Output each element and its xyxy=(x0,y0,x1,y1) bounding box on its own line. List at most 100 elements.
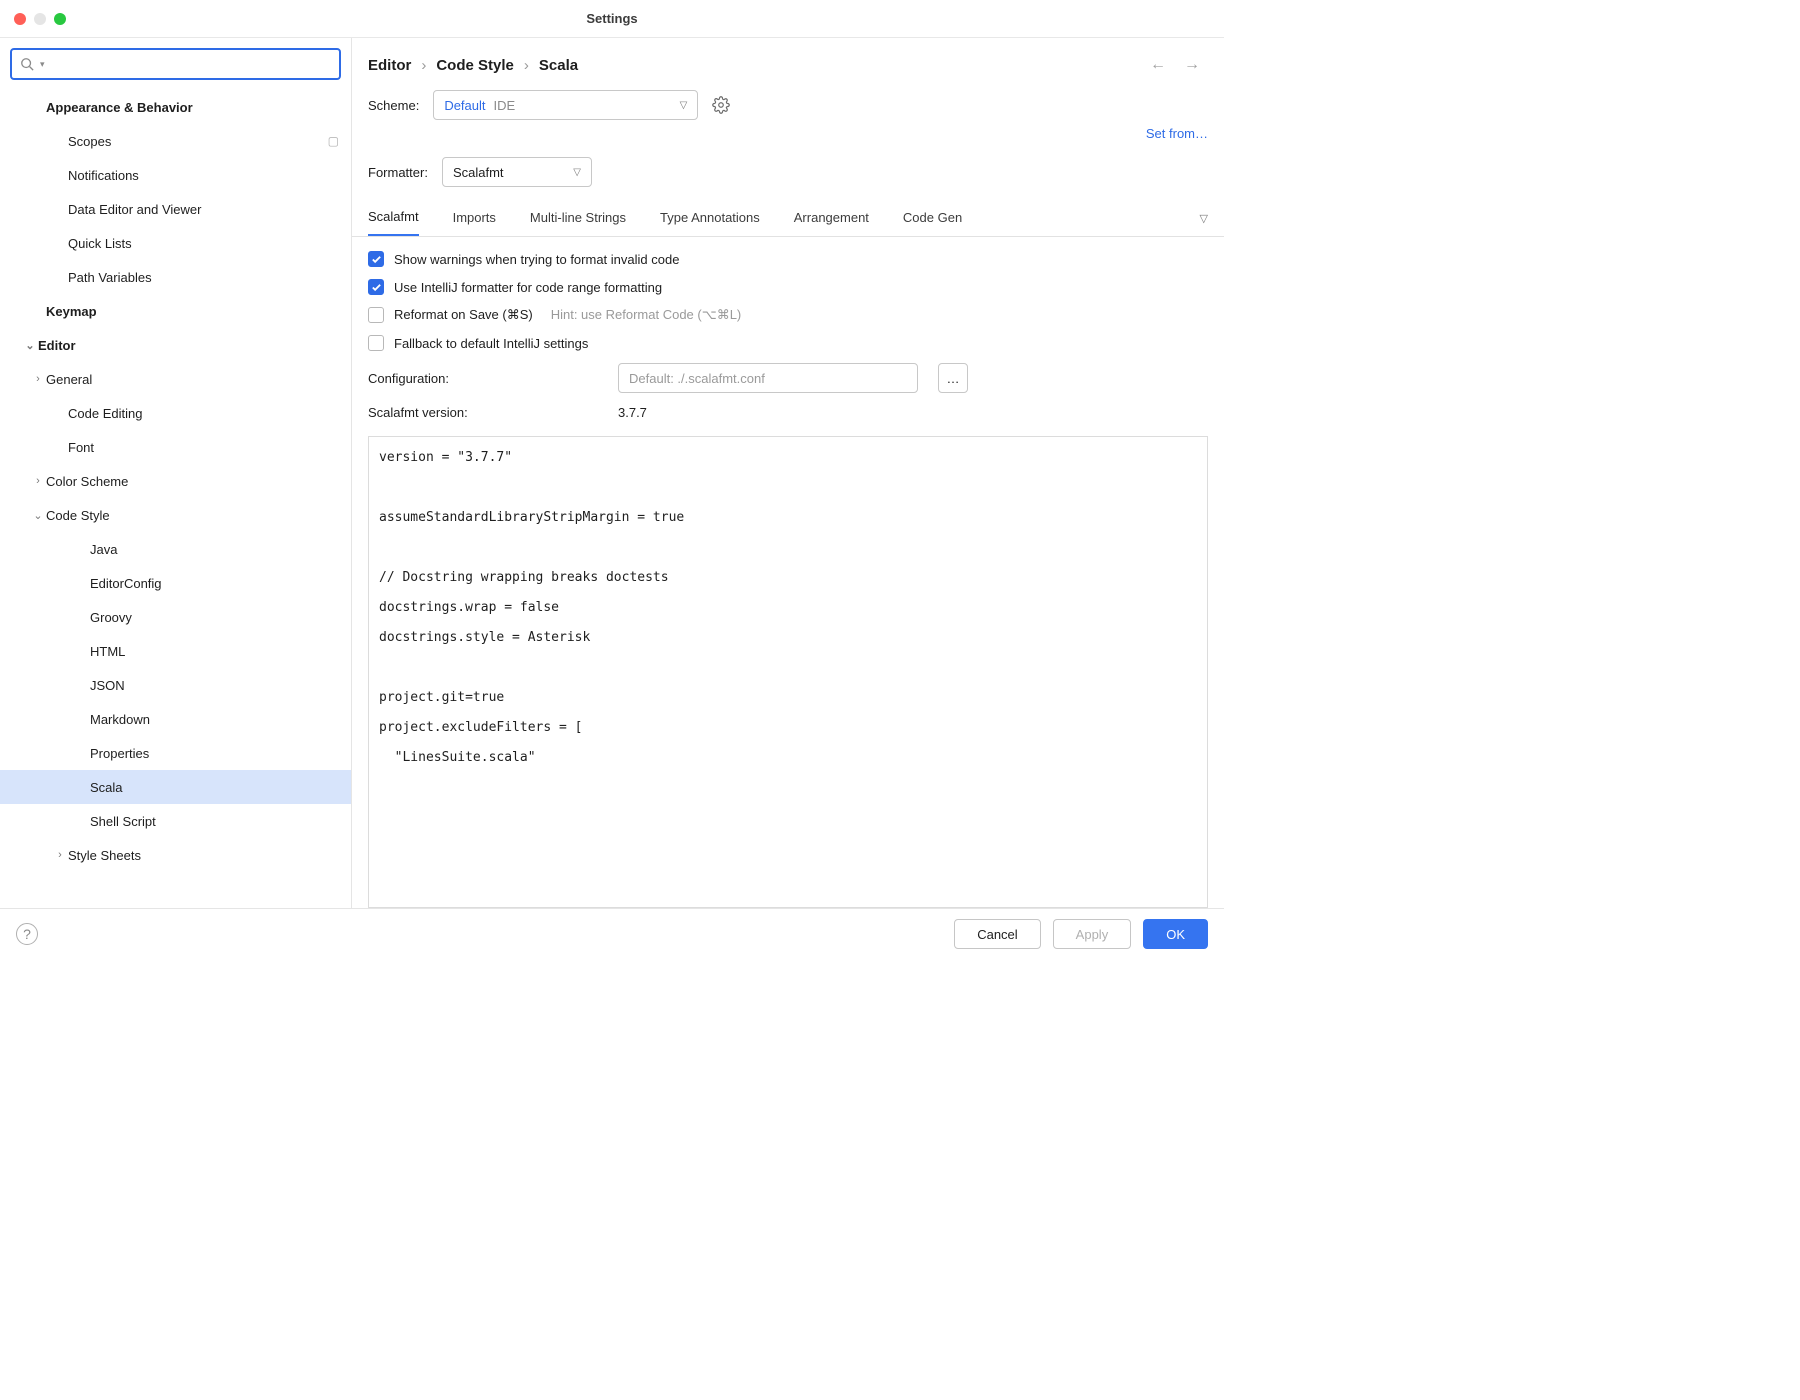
search-input[interactable] xyxy=(51,57,331,72)
formatter-value: Scalafmt xyxy=(453,165,504,180)
sidebar-item-json[interactable]: JSON xyxy=(0,668,351,702)
sidebar-item-quick-lists[interactable]: Quick Lists xyxy=(0,226,351,260)
sidebar-item-keymap[interactable]: Keymap xyxy=(0,294,351,328)
breadcrumb: Editor › Code Style › Scala xyxy=(368,57,578,74)
sidebar-item-java[interactable]: Java xyxy=(0,532,351,566)
reformat-on-save-label: Reformat on Save (⌘S) xyxy=(394,307,533,323)
sidebar-item-scopes[interactable]: Scopes▢ xyxy=(0,124,351,158)
sidebar-item-editorconfig[interactable]: EditorConfig xyxy=(0,566,351,600)
sidebar-item-label: General xyxy=(46,372,339,387)
scheme-label: Scheme: xyxy=(368,98,419,113)
sidebar-item-scala[interactable]: Scala xyxy=(0,770,351,804)
scheme-actions-button[interactable] xyxy=(712,96,730,114)
tab-type-annotations[interactable]: Type Annotations xyxy=(660,202,760,235)
window-title: Settings xyxy=(0,11,1224,26)
sidebar-item-label: Shell Script xyxy=(90,814,339,829)
scheme-tag: IDE xyxy=(494,98,516,113)
tabs-more-button[interactable]: ▽ xyxy=(1200,212,1208,225)
sidebar-item-label: Code Style xyxy=(46,508,339,523)
settings-sidebar: ▾ Appearance & BehaviorScopes▢ Notificati… xyxy=(0,38,352,908)
sidebar-item-label: Properties xyxy=(90,746,339,761)
sidebar-item-label: Markdown xyxy=(90,712,339,727)
use-intellij-label: Use IntelliJ formatter for code range fo… xyxy=(394,280,662,295)
configuration-input[interactable]: Default: ./.scalafmt.conf xyxy=(618,363,918,393)
scheme-value: Default xyxy=(444,98,485,113)
fallback-checkbox-row[interactable]: Fallback to default IntelliJ settings xyxy=(368,335,1208,351)
breadcrumb-item: Editor xyxy=(368,57,411,74)
caret-down-icon: ⌄ xyxy=(30,509,46,522)
sidebar-item-shell-script[interactable]: Shell Script xyxy=(0,804,351,838)
help-icon: ? xyxy=(23,926,31,942)
tab-code-gen[interactable]: Code Gen xyxy=(903,202,962,235)
sidebar-item-label: Groovy xyxy=(90,610,339,625)
caret-right-icon: › xyxy=(30,475,46,487)
sidebar-item-label: Font xyxy=(68,440,339,455)
sidebar-item-markdown[interactable]: Markdown xyxy=(0,702,351,736)
configuration-placeholder: Default: ./.scalafmt.conf xyxy=(629,371,765,386)
sidebar-item-color-scheme[interactable]: ›Color Scheme xyxy=(0,464,351,498)
scheme-select[interactable]: Default IDE ▽ xyxy=(433,90,698,120)
sidebar-item-style-sheets[interactable]: ›Style Sheets xyxy=(0,838,351,872)
use-intellij-checkbox-row[interactable]: Use IntelliJ formatter for code range fo… xyxy=(368,279,1208,295)
fallback-label: Fallback to default IntelliJ settings xyxy=(394,336,588,351)
sidebar-item-label: Java xyxy=(90,542,339,557)
show-warnings-checkbox-row[interactable]: Show warnings when trying to format inva… xyxy=(368,251,1208,267)
search-icon xyxy=(20,57,34,71)
tab-scalafmt[interactable]: Scalafmt xyxy=(368,201,419,237)
breadcrumb-item: Scala xyxy=(539,57,578,74)
sidebar-item-label: Scala xyxy=(90,780,339,795)
chevron-down-icon: ▽ xyxy=(680,100,688,111)
ellipsis-icon: … xyxy=(947,371,960,386)
window-controls xyxy=(14,13,66,25)
sidebar-item-code-style[interactable]: ⌄Code Style xyxy=(0,498,351,532)
sidebar-item-label: Editor xyxy=(38,338,339,353)
ok-button[interactable]: OK xyxy=(1143,919,1208,949)
chevron-right-icon: › xyxy=(421,57,426,74)
chevron-down-icon: ▽ xyxy=(573,167,581,178)
tab-multi-line-strings[interactable]: Multi-line Strings xyxy=(530,202,626,235)
sidebar-item-path-variables[interactable]: Path Variables xyxy=(0,260,351,294)
cancel-button[interactable]: Cancel xyxy=(954,919,1040,949)
reformat-on-save-checkbox-row[interactable]: Reformat on Save (⌘S) Hint: use Reformat… xyxy=(368,307,1208,323)
sidebar-item-appearance-behavior[interactable]: Appearance & Behavior xyxy=(0,90,351,124)
apply-button[interactable]: Apply xyxy=(1053,919,1132,949)
sidebar-item-html[interactable]: HTML xyxy=(0,634,351,668)
help-button[interactable]: ? xyxy=(16,923,38,945)
sidebar-item-label: Style Sheets xyxy=(68,848,339,863)
breadcrumb-item: Code Style xyxy=(436,57,514,74)
sidebar-item-data-editor-and-viewer[interactable]: Data Editor and Viewer xyxy=(0,192,351,226)
sidebar-item-font[interactable]: Font xyxy=(0,430,351,464)
sidebar-item-label: Quick Lists xyxy=(68,236,339,251)
configuration-label: Configuration: xyxy=(368,371,598,386)
checkbox-checked-icon xyxy=(368,251,384,267)
show-warnings-label: Show warnings when trying to format inva… xyxy=(394,252,679,267)
settings-search[interactable]: ▾ xyxy=(10,48,341,80)
scalafmt-version-value: 3.7.7 xyxy=(618,405,647,420)
sidebar-item-label: JSON xyxy=(90,678,339,693)
sidebar-item-label: Notifications xyxy=(68,168,339,183)
sidebar-item-editor[interactable]: ⌄Editor xyxy=(0,328,351,362)
maximize-window-button[interactable] xyxy=(54,13,66,25)
tab-arrangement[interactable]: Arrangement xyxy=(794,202,869,235)
browse-button[interactable]: … xyxy=(938,363,968,393)
nav-back-button[interactable]: ← xyxy=(1150,56,1166,74)
sidebar-item-general[interactable]: ›General xyxy=(0,362,351,396)
chevron-right-icon: › xyxy=(524,57,529,74)
sidebar-item-label: Keymap xyxy=(46,304,339,319)
nav-forward-button[interactable]: → xyxy=(1184,56,1200,74)
set-from-link[interactable]: Set from… xyxy=(1146,126,1208,141)
tab-imports[interactable]: Imports xyxy=(453,202,496,235)
sidebar-item-label: Code Editing xyxy=(68,406,339,421)
sidebar-item-label: Scopes xyxy=(68,134,328,149)
minimize-window-button[interactable] xyxy=(34,13,46,25)
formatter-select[interactable]: Scalafmt ▽ xyxy=(442,157,592,187)
sidebar-item-groovy[interactable]: Groovy xyxy=(0,600,351,634)
titlebar: Settings xyxy=(0,0,1224,38)
reformat-hint: Hint: use Reformat Code (⌥⌘L) xyxy=(551,307,742,323)
sidebar-item-code-editing[interactable]: Code Editing xyxy=(0,396,351,430)
close-window-button[interactable] xyxy=(14,13,26,25)
scalafmt-config-preview[interactable]: version = "3.7.7" assumeStandardLibraryS… xyxy=(368,436,1208,908)
sidebar-item-notifications[interactable]: Notifications xyxy=(0,158,351,192)
sidebar-item-properties[interactable]: Properties xyxy=(0,736,351,770)
formatter-tabs: Scalafmt Imports Multi-line Strings Type An… xyxy=(352,193,1224,237)
